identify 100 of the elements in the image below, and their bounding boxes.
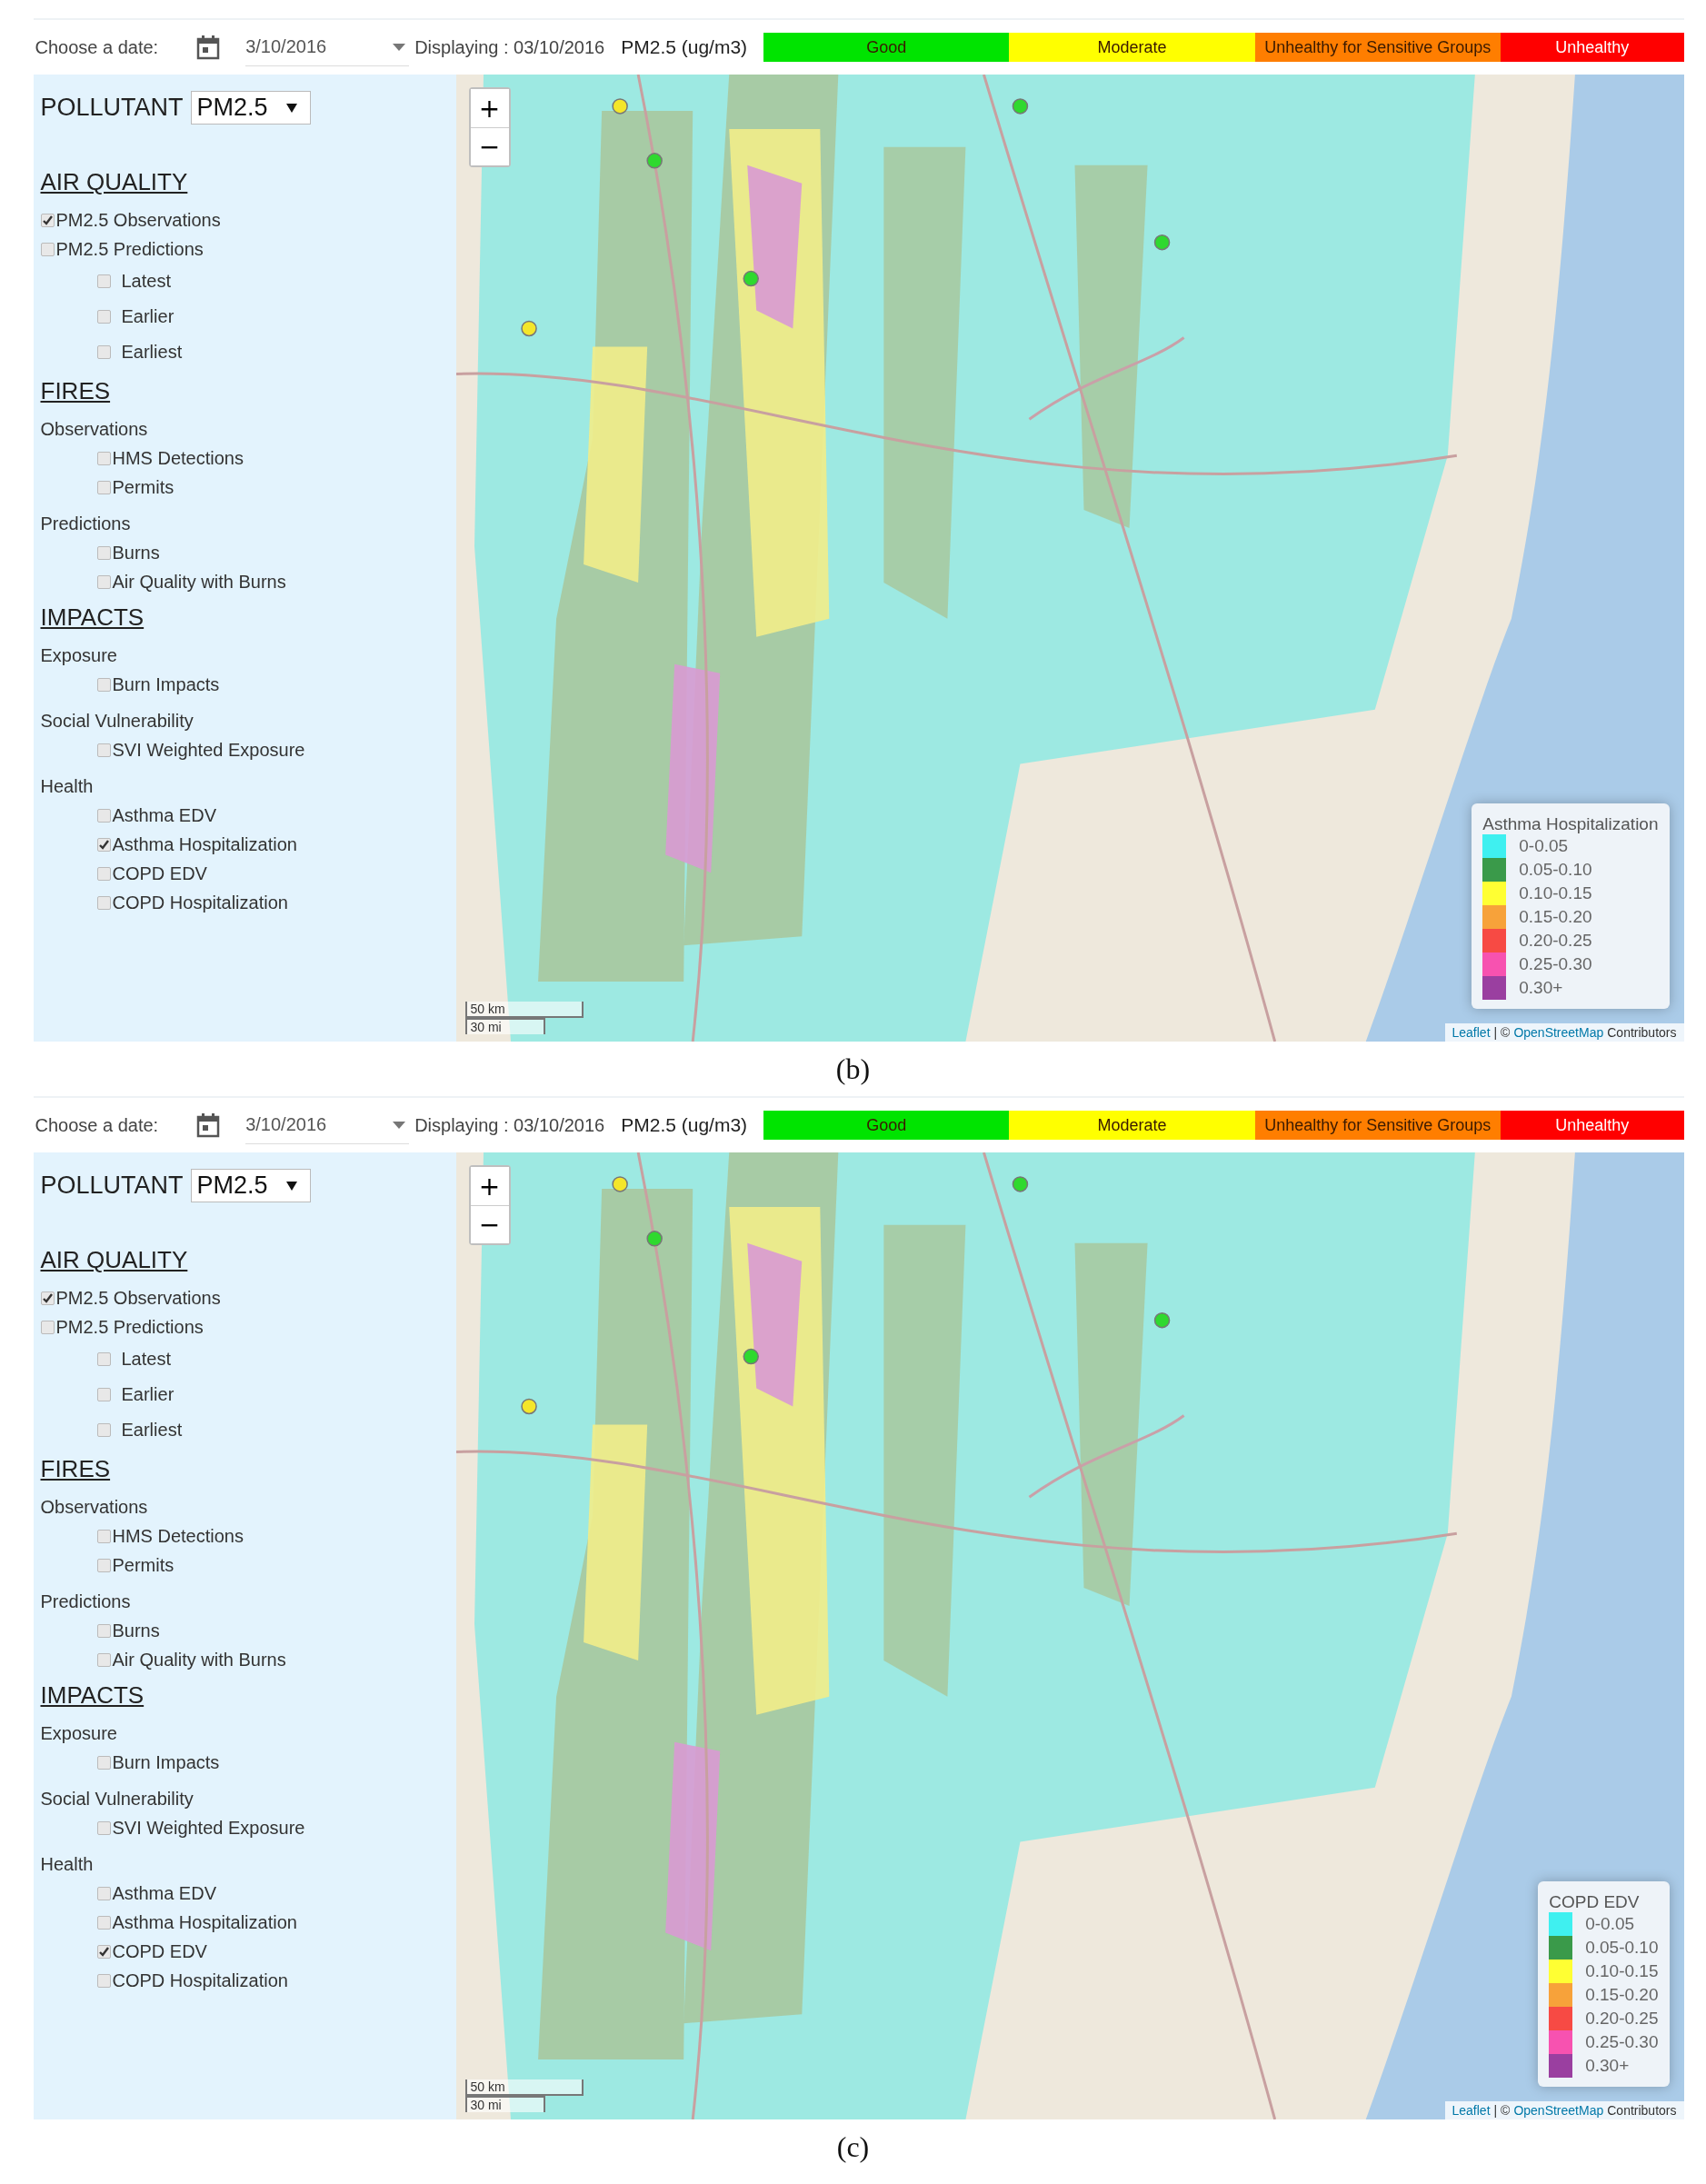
- unit-label: PM2.5 (ug/m3): [621, 1114, 748, 1136]
- legend-label: 0-0.05: [1519, 836, 1569, 856]
- checkbox-label: HMS Detections: [112, 1525, 244, 1547]
- checkbox[interactable]: [96, 451, 111, 465]
- checkbox-label: Asthma EDV: [112, 804, 216, 826]
- checkbox-label: Air Quality with Burns: [112, 1649, 286, 1670]
- checkbox-label: Asthma Hospitalization: [112, 1911, 297, 1933]
- date-field[interactable]: 3/10/2016: [245, 1106, 410, 1144]
- checkbox-label: COPD Hospitalization: [112, 892, 288, 913]
- aqi-category: Unhealthy for Sensitive Groups: [1254, 33, 1501, 62]
- checkbox[interactable]: [96, 895, 111, 910]
- zoom-out-button[interactable]: −: [470, 127, 509, 165]
- pollutant-label: POLLUTANT: [40, 1172, 184, 1200]
- date-label: Choose a date:: [35, 1114, 159, 1136]
- checkbox[interactable]: [96, 1915, 111, 1930]
- checkbox[interactable]: [96, 1558, 111, 1572]
- checkbox-label: PM2.5 Predictions: [55, 1316, 204, 1338]
- leaflet-link[interactable]: Leaflet: [1452, 1025, 1491, 1040]
- displaying-date: Displaying : 03/10/2016: [414, 1114, 605, 1136]
- pollutant-select[interactable]: PM2.5: [190, 1169, 311, 1202]
- caret-icon: [285, 1181, 297, 1191]
- openstreetmap-link[interactable]: OpenStreetMap: [1513, 2103, 1604, 2118]
- checkbox-label: COPD EDV: [112, 863, 207, 884]
- group-label: Health: [40, 774, 95, 798]
- checkbox[interactable]: [40, 1291, 55, 1305]
- leaflet-link[interactable]: Leaflet: [1452, 2103, 1491, 2118]
- legend-label: 0.10-0.15: [1585, 1961, 1659, 1981]
- attribution-text: Contributors: [1607, 2103, 1677, 2118]
- aqi-category: Unhealthy: [1500, 1111, 1684, 1140]
- scale-bar: 30 mi: [464, 1018, 545, 1034]
- checkbox[interactable]: [96, 1973, 111, 1988]
- checkbox-label: Latest: [121, 271, 171, 292]
- checkbox-label: SVI Weighted Exposure: [112, 1817, 305, 1839]
- group-label: Health: [40, 1852, 95, 1876]
- legend-label: 0-0.05: [1585, 1914, 1635, 1934]
- checkbox[interactable]: [96, 1423, 111, 1437]
- checkbox[interactable]: [40, 242, 55, 256]
- checkbox-label: COPD Hospitalization: [112, 1970, 288, 1991]
- checkbox[interactable]: [40, 1320, 55, 1334]
- legend-title: Asthma Hospitalization: [1482, 814, 1659, 834]
- checkbox-label: Asthma Hospitalization: [112, 833, 297, 855]
- section-heading: IMPACTS: [40, 603, 145, 632]
- checkbox[interactable]: [96, 274, 111, 288]
- legend-label: 0.15-0.20: [1585, 1985, 1659, 2005]
- checkbox-label: SVI Weighted Exposure: [112, 739, 305, 761]
- date-field[interactable]: 3/10/2016: [245, 28, 410, 66]
- checkbox-label: Latest: [121, 1349, 171, 1370]
- checkbox[interactable]: [96, 1886, 111, 1900]
- scale-bar: 30 mi: [464, 2096, 545, 2112]
- pollutant-select[interactable]: PM2.5: [190, 91, 311, 125]
- checkbox-label: Permits: [112, 1554, 175, 1576]
- checkbox[interactable]: [96, 345, 111, 359]
- checkbox[interactable]: [96, 1652, 111, 1667]
- checkbox[interactable]: [96, 574, 111, 589]
- checkbox-label: Earliest: [121, 342, 183, 363]
- legend-label: 0.25-0.30: [1519, 954, 1592, 974]
- legend-label: 0.05-0.10: [1585, 1938, 1659, 1958]
- zoom-out-button[interactable]: −: [470, 1205, 509, 1243]
- displaying-date: Displaying : 03/10/2016: [414, 36, 605, 58]
- checkbox[interactable]: [96, 1388, 111, 1401]
- scale-bar: 50 km: [464, 2079, 584, 2096]
- group-label: Exposure: [40, 643, 118, 667]
- checkbox-label: Earlier: [121, 306, 175, 327]
- checkbox[interactable]: [96, 1820, 111, 1835]
- checkbox-label: PM2.5 Predictions: [55, 238, 204, 260]
- checkbox[interactable]: [96, 310, 111, 324]
- checkbox-label: COPD EDV: [112, 1940, 207, 1962]
- checkbox-label: PM2.5 Observations: [55, 209, 221, 231]
- checkbox[interactable]: [96, 677, 111, 692]
- legend-label: 0.30+: [1585, 2056, 1630, 2076]
- checkbox[interactable]: [96, 808, 111, 823]
- section-heading: IMPACTS: [40, 1681, 145, 1710]
- legend-label: 0.10-0.15: [1519, 883, 1592, 903]
- aqi-category: Unhealthy: [1500, 33, 1684, 62]
- checkbox[interactable]: [96, 1529, 111, 1543]
- checkbox[interactable]: [96, 1944, 111, 1959]
- legend-title: COPD EDV: [1549, 1892, 1641, 1912]
- checkbox-label: Air Quality with Burns: [112, 571, 286, 593]
- checkbox[interactable]: [96, 545, 111, 560]
- aqi-category: Good: [763, 1111, 1010, 1140]
- aqi-category: Unhealthy for Sensitive Groups: [1254, 1111, 1501, 1140]
- caret-icon: [393, 43, 406, 51]
- openstreetmap-link[interactable]: OpenStreetMap: [1513, 1025, 1604, 1040]
- checkbox[interactable]: [40, 213, 55, 227]
- checkbox[interactable]: [96, 1352, 111, 1366]
- scale-bar: 50 km: [464, 1002, 584, 1018]
- checkbox-label: PM2.5 Observations: [55, 1287, 221, 1309]
- checkbox[interactable]: [96, 837, 111, 852]
- legend-label: 0.20-0.25: [1519, 931, 1592, 951]
- checkbox[interactable]: [96, 480, 111, 494]
- checkbox[interactable]: [96, 866, 111, 881]
- checkbox[interactable]: [96, 743, 111, 757]
- group-label: Observations: [40, 1495, 149, 1519]
- calendar-icon[interactable]: [196, 35, 221, 60]
- checkbox[interactable]: [96, 1623, 111, 1638]
- date-label: Choose a date:: [35, 36, 159, 58]
- checkbox-label: Burn Impacts: [112, 673, 220, 695]
- checkbox-label: Asthma EDV: [112, 1882, 216, 1904]
- checkbox[interactable]: [96, 1755, 111, 1770]
- calendar-icon[interactable]: [196, 1112, 221, 1138]
